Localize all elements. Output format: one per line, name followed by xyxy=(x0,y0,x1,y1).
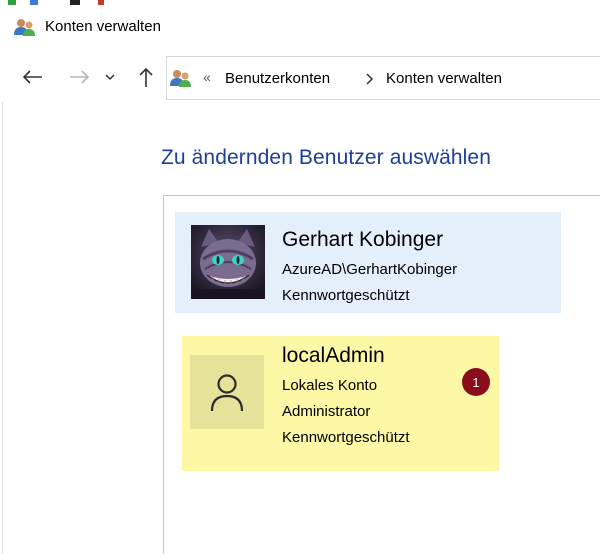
up-button[interactable] xyxy=(133,62,159,92)
forward-button[interactable] xyxy=(67,62,93,92)
account-role: Administrator xyxy=(282,403,371,420)
account-name: localAdmin xyxy=(282,344,385,367)
forward-arrow-icon xyxy=(70,70,90,84)
users-icon xyxy=(170,70,191,87)
account-password-status: Kennwortgeschützt xyxy=(282,429,410,446)
window-title: Konten verwalten xyxy=(45,18,161,35)
person-icon xyxy=(210,374,244,412)
account-domain: AzureAD\GerhartKobinger xyxy=(282,261,458,278)
back-button[interactable] xyxy=(19,62,45,92)
taskbar-icon-red xyxy=(98,0,104,5)
taskbar-icon-blue xyxy=(30,0,38,5)
address-bar[interactable]: « Benutzerkonten Konten verwalten xyxy=(166,56,600,100)
taskbar-icon-dark xyxy=(70,0,80,5)
navigation-pane-divider xyxy=(2,102,3,554)
title-bar: Konten verwalten xyxy=(0,6,600,46)
cheshire-cat-avatar xyxy=(191,225,265,299)
breadcrumb-benutzerkonten[interactable]: Benutzerkonten xyxy=(225,70,330,87)
breadcrumb-konten-verwalten[interactable]: Konten verwalten xyxy=(386,70,502,87)
account-localadmin[interactable]: localAdmin Lokales Konto Administrator K… xyxy=(182,336,499,471)
back-arrow-icon xyxy=(22,70,42,84)
account-type: Lokales Konto xyxy=(282,377,378,394)
avatar xyxy=(190,355,264,429)
chevron-down-icon xyxy=(105,74,115,81)
page-title: Zu ändernden Benutzer auswählen xyxy=(161,146,491,169)
breadcrumb-overflow[interactable]: « xyxy=(203,69,211,85)
chevron-right-icon[interactable] xyxy=(364,70,376,88)
up-arrow-icon xyxy=(139,67,153,87)
taskbar-icon-green xyxy=(8,0,16,5)
account-name: Gerhart Kobinger xyxy=(282,228,444,251)
annotation-badge: 1 xyxy=(462,368,490,396)
users-icon xyxy=(14,19,35,36)
account-gerhart-kobinger[interactable]: Gerhart Kobinger AzureAD\GerhartKobinger… xyxy=(175,212,561,313)
account-password-status: Kennwortgeschützt xyxy=(282,287,410,304)
recent-locations-button[interactable] xyxy=(101,62,119,92)
navigation-bar: « Benutzerkonten Konten verwalten xyxy=(0,52,600,102)
